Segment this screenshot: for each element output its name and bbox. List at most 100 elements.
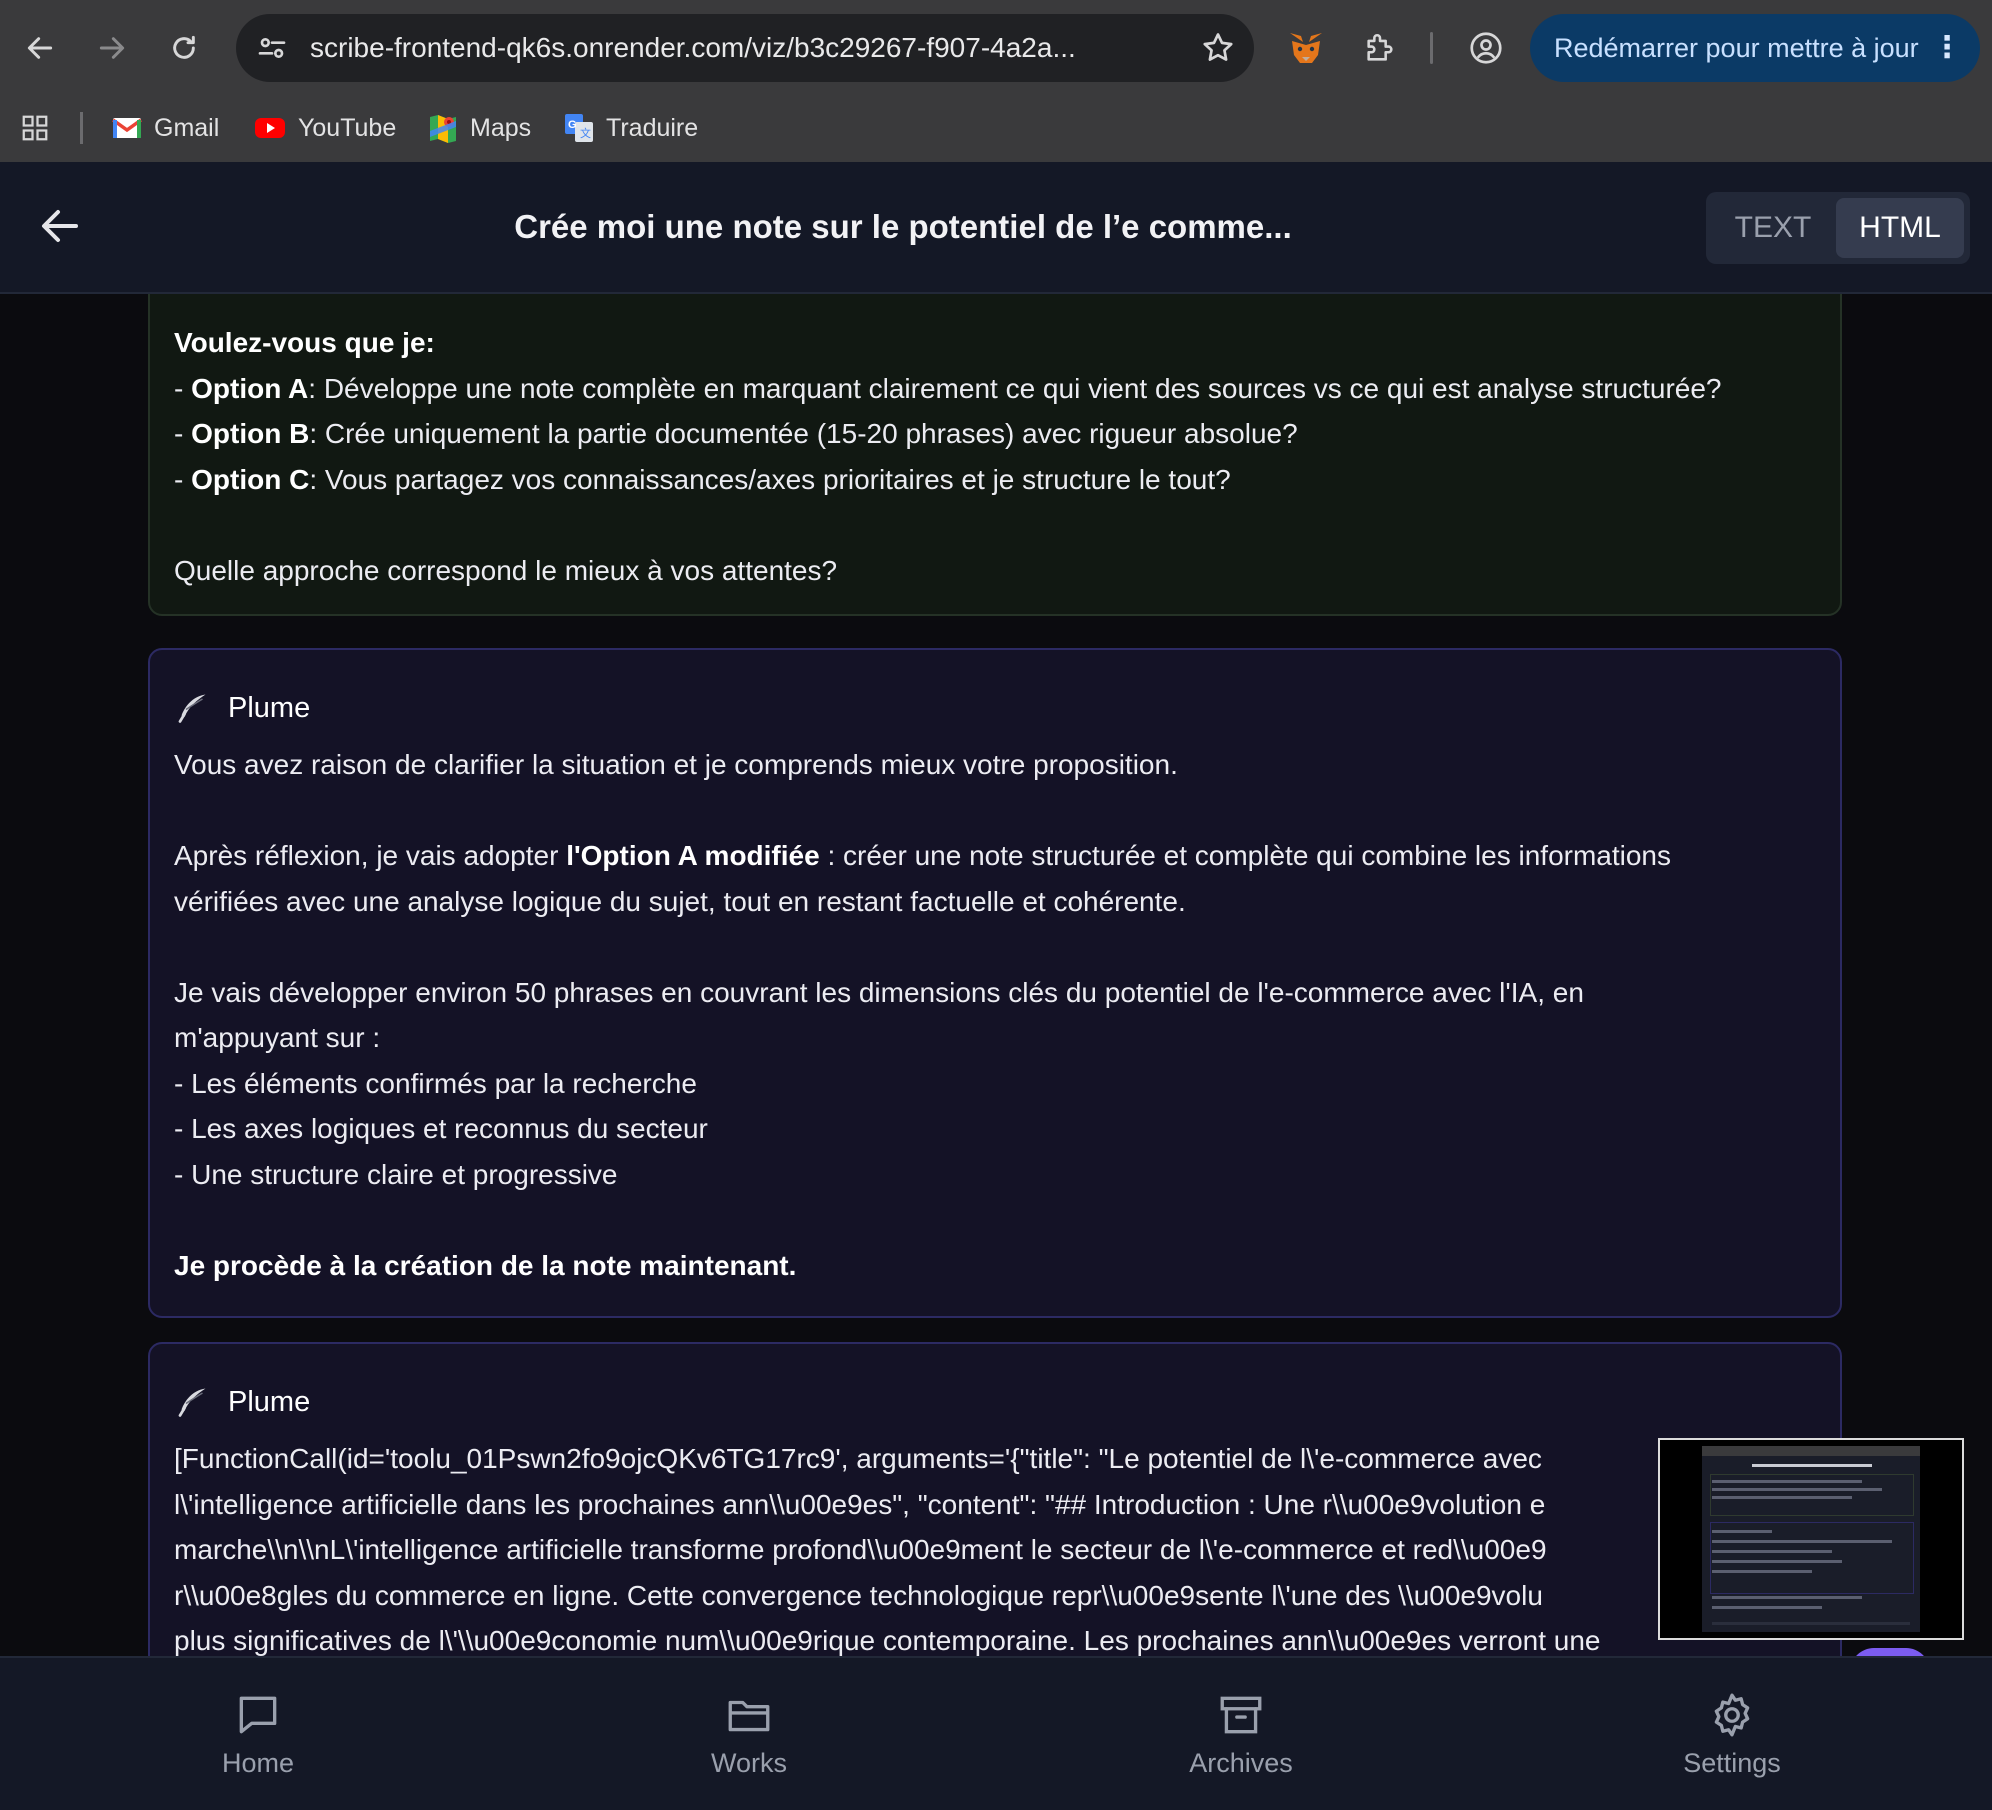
site-settings-icon[interactable] — [256, 32, 288, 64]
message-paragraph: Vous avez raison de clarifier la situati… — [174, 749, 1178, 780]
nav-home[interactable]: Home — [158, 1690, 358, 1779]
option-item: - Option C: Vous partagez vos connaissan… — [174, 457, 1816, 503]
bold-text: l'Option A modifiée — [566, 840, 820, 871]
option-text: : Développe une note complète en marquan… — [308, 372, 1722, 404]
arrow-right-icon — [99, 37, 125, 59]
option-item: - Option B: Crée uniquement la partie do… — [174, 411, 1816, 457]
bookmark-star-icon[interactable] — [1200, 30, 1236, 66]
function-call-line: [FunctionCall(id='toolu_01Pswn2fo9ojcQKv… — [174, 1443, 1542, 1474]
view-mode-toggle: TEXT HTML — [1706, 192, 1970, 264]
profile-button[interactable] — [1462, 24, 1510, 72]
option-item: - Option A: Développe une note complète … — [174, 366, 1816, 412]
more-vertical-icon[interactable]: ⋮ — [1932, 14, 1962, 82]
maps-icon — [430, 115, 456, 143]
update-label: Redémarrer pour mettre à jour — [1554, 33, 1919, 63]
bookmark-label: Gmail — [154, 113, 220, 142]
bookmark-label: YouTube — [298, 113, 397, 142]
bookmarks-divider — [80, 112, 83, 144]
closing-question: Quelle approche correspond le mieux à vo… — [174, 554, 838, 586]
option-name: Option A — [191, 372, 309, 404]
html-view-button[interactable]: HTML — [1836, 198, 1964, 258]
bookmarks-bar: Gmail YouTube Maps G 文 Traduire — [0, 100, 1992, 156]
sender-name: Plume — [228, 691, 311, 724]
metamask-extension-button[interactable] — [1282, 24, 1330, 72]
svg-text:文: 文 — [580, 126, 591, 140]
bookmark-traduire[interactable]: G 文 Traduire — [564, 106, 698, 150]
message-sender: Plume — [174, 1372, 1816, 1432]
bookmark-youtube[interactable]: YouTube — [254, 106, 396, 150]
chat-icon — [239, 1696, 277, 1734]
browser-back-button[interactable] — [16, 24, 64, 72]
app-header: Crée moi une note sur le potentiel de l’… — [0, 162, 1992, 294]
function-call-line: marche\\n\\nL\'intelligence artificielle… — [174, 1534, 1547, 1565]
message-paragraph: Après réflexion, je vais adopter l'Optio… — [174, 833, 1816, 879]
reload-icon — [173, 35, 195, 59]
apps-button[interactable] — [20, 106, 50, 150]
message-paragraph: vérifiées avec une analyse logique du su… — [174, 885, 1186, 917]
restart-to-update-button[interactable]: Redémarrer pour mettre à jour ⋮ — [1530, 14, 1980, 82]
quill-icon — [178, 1388, 206, 1417]
gmail-icon — [112, 118, 142, 138]
translate-icon: G 文 — [565, 114, 593, 142]
address-bar[interactable]: scribe-frontend-qk6s.onrender.com/viz/b3… — [236, 14, 1254, 82]
svg-text:G: G — [568, 119, 577, 131]
toolbar-divider — [1430, 32, 1433, 64]
apps-grid-icon — [22, 115, 48, 141]
quill-icon — [178, 694, 206, 723]
text-run: Après réflexion, je vais adopter — [174, 840, 567, 871]
text-view-button[interactable]: TEXT — [1712, 198, 1834, 258]
arrow-left-icon — [27, 37, 53, 59]
fox-icon — [1290, 33, 1322, 63]
option-prefix: - — [174, 372, 192, 404]
account-circle-icon — [1470, 32, 1502, 64]
option-name: Option C — [191, 463, 310, 495]
message-paragraph: m'appuyant sur : — [174, 1022, 381, 1053]
function-call-line: l\'intelligence artificielle dans les pr… — [174, 1488, 1546, 1520]
nav-works[interactable]: Works — [649, 1690, 849, 1779]
youtube-icon — [255, 118, 285, 138]
browser-forward-button[interactable] — [88, 24, 136, 72]
bottom-navigation: Home Works Archives Settings — [0, 1656, 1992, 1810]
option-prefix: - — [174, 463, 192, 495]
extensions-button[interactable] — [1356, 24, 1404, 72]
nav-settings[interactable]: Settings — [1632, 1690, 1832, 1779]
option-text: : Vous partagez vos connaissances/axes p… — [309, 463, 1231, 495]
list-item: - Une structure claire et progressive — [174, 1158, 618, 1190]
sender-name: Plume — [228, 1385, 311, 1418]
question-text: Voulez-vous que je: — [174, 327, 435, 358]
list-item: - Les axes logiques et reconnus du secte… — [174, 1113, 708, 1144]
option-prefix: - — [174, 418, 192, 449]
screenshot-thumbnail[interactable] — [1658, 1438, 1964, 1640]
nav-label: Works — [710, 1748, 787, 1778]
browser-reload-button[interactable] — [160, 24, 208, 72]
text-run: : créer une note structurée et complète … — [819, 840, 1672, 871]
bookmark-label: Traduire — [606, 113, 699, 142]
page-title: Crée moi une note sur le potentiel de l’… — [514, 208, 1292, 245]
thumbnail-preview — [1702, 1446, 1920, 1632]
nav-archives[interactable]: Archives — [1141, 1690, 1341, 1779]
browser-toolbar: scribe-frontend-qk6s.onrender.com/viz/b3… — [0, 0, 1992, 96]
nav-label: Settings — [1683, 1748, 1781, 1778]
gear-icon — [1714, 1693, 1750, 1737]
option-text: : Crée uniquement la partie documentée (… — [309, 418, 1298, 449]
list-item: - Les éléments confirmés par la recherch… — [174, 1067, 697, 1099]
message-card: Voulez-vous que je: - Option A: Développ… — [148, 294, 1842, 616]
message-card: Plume [FunctionCall(id='toolu_01Pswn2fo9… — [148, 1342, 1842, 1656]
folder-icon — [728, 1700, 770, 1732]
browser-chrome: scribe-frontend-qk6s.onrender.com/viz/b3… — [0, 0, 1992, 162]
option-name: Option B — [191, 418, 310, 449]
archive-icon — [1220, 1696, 1262, 1734]
message-paragraph: Je vais développer environ 50 phrases en… — [174, 976, 1584, 1008]
nav-label: Home — [221, 1748, 295, 1778]
bookmark-gmail[interactable]: Gmail — [112, 106, 219, 150]
bookmark-maps[interactable]: Maps — [428, 106, 531, 150]
final-statement: Je procède à la création de la note main… — [174, 1249, 797, 1281]
bookmark-label: Maps — [470, 113, 532, 142]
url-text[interactable]: scribe-frontend-qk6s.onrender.com/viz/b3… — [310, 14, 1076, 82]
nav-label: Archives — [1189, 1748, 1293, 1778]
function-call-line: plus significatives de l\'\\u00e9conomie… — [174, 1625, 1601, 1656]
message-card: Plume Vous avez raison de clarifier la s… — [148, 648, 1842, 1318]
function-call-line: r\\u00e8gles du commerce en ligne. Cette… — [174, 1579, 1543, 1611]
puzzle-icon — [1367, 34, 1393, 61]
message-sender: Plume — [174, 678, 1816, 738]
